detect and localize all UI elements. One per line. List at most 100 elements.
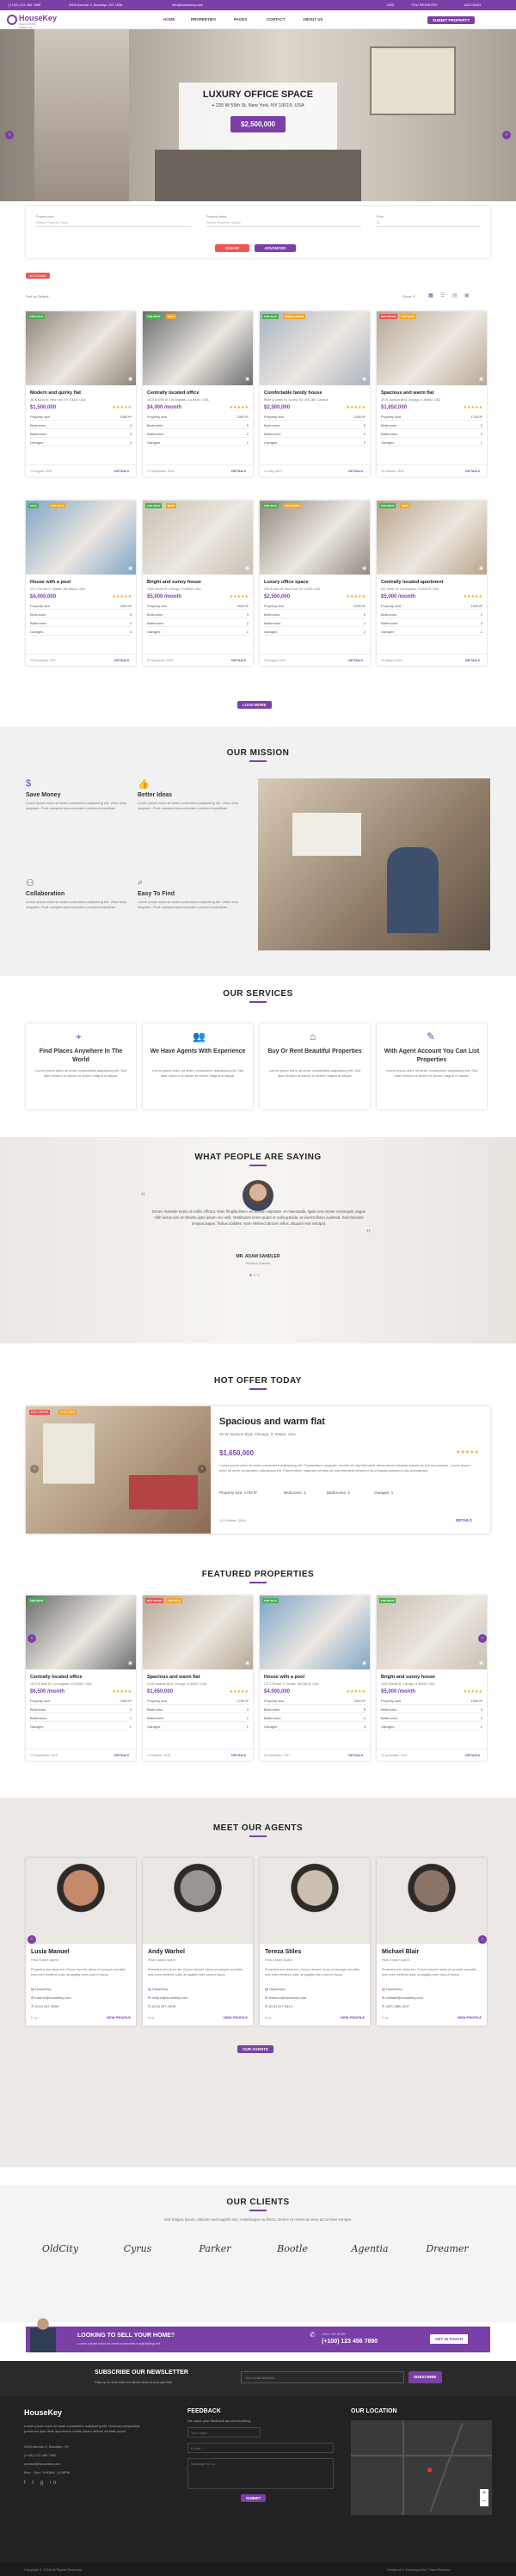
get-in-touch-button[interactable]: GET IN TOUCH bbox=[430, 2334, 469, 2344]
property-photo[interactable] bbox=[143, 1595, 253, 1669]
details-link[interactable]: DETAILS bbox=[114, 658, 129, 662]
feedback-submit-button[interactable]: SUBMIT bbox=[241, 2494, 267, 2502]
footer-email[interactable]: contact@housekey.com bbox=[24, 2462, 60, 2466]
agent-social-icons[interactable]: f t g bbox=[382, 2015, 388, 2020]
camera-icon[interactable]: ▣ bbox=[362, 377, 366, 382]
details-link[interactable]: DETAILS bbox=[114, 1753, 129, 1757]
top-email[interactable]: info@housekey.com bbox=[172, 3, 203, 7]
featured-prev-arrow[interactable]: ‹ bbox=[28, 1634, 36, 1643]
property-title[interactable]: Luxury office space bbox=[264, 580, 309, 585]
cta-phone[interactable]: (+100) 123 456 7890 bbox=[322, 2339, 378, 2345]
sort-select[interactable]: Sort by Default bbox=[26, 294, 48, 298]
agent-name[interactable]: Michael Blair bbox=[382, 1949, 419, 1955]
agent-social-icons[interactable]: f t g bbox=[148, 2015, 154, 2020]
hero-price[interactable]: $2,500,000 bbox=[230, 116, 286, 132]
feedback-message-input[interactable]: Message for us... bbox=[187, 2458, 334, 2489]
property-photo[interactable] bbox=[26, 501, 136, 575]
agent-card[interactable]: Tereza Stiles Real Estate Agent Phasellus … bbox=[260, 1858, 370, 2026]
agent-email[interactable]: ✉ lusia.m@housekey.com bbox=[31, 1995, 71, 2000]
details-link[interactable]: DETAILS bbox=[465, 469, 480, 473]
list-view-icon[interactable]: ☰ bbox=[440, 292, 445, 298]
property-photo[interactable] bbox=[143, 501, 253, 575]
newsletter-email-input[interactable]: Your email address... bbox=[241, 2371, 404, 2383]
property-card[interactable]: FOR SALE GREEN HOUSE ▣ Comfortable family h… bbox=[260, 311, 370, 476]
property-card[interactable]: FOR SALE ▣ House with a pool 227 17th Ave S… bbox=[260, 1595, 370, 1761]
property-photo[interactable] bbox=[26, 1595, 136, 1669]
property-card[interactable]: HOT OFFER FOR SALE ▣ Spacious and warm flat… bbox=[377, 311, 487, 476]
feedback-email-input[interactable]: E-mail bbox=[187, 2443, 334, 2453]
map-view-icon[interactable]: ▣ bbox=[464, 292, 470, 298]
nav-properties[interactable]: PROPERTIES bbox=[191, 17, 216, 22]
details-link[interactable]: DETAILS bbox=[348, 658, 363, 662]
agent-social-icons[interactable]: f t g bbox=[265, 2015, 271, 2020]
camera-icon[interactable]: ▣ bbox=[479, 566, 483, 571]
logo[interactable]: HouseKey REAL ESTATE TEMPLATE bbox=[7, 14, 57, 29]
property-photo[interactable] bbox=[260, 311, 370, 385]
camera-icon[interactable]: ▣ bbox=[362, 1661, 366, 1666]
currency-select[interactable]: USD bbox=[387, 3, 394, 7]
view-profile-link[interactable]: VIEW PROFILE bbox=[340, 2015, 365, 2020]
details-link[interactable]: DETAILS bbox=[231, 469, 246, 473]
agent-card[interactable]: Andy Warhol Real Estate Agent Phasellus se… bbox=[143, 1858, 253, 2026]
camera-icon[interactable]: ▣ bbox=[479, 377, 483, 382]
footer-phone[interactable]: (+100) 123 456 7890 bbox=[24, 2453, 56, 2457]
service-card[interactable]: ⌖ Find Places Anywhere In The World Lorem … bbox=[26, 1024, 136, 1110]
service-card[interactable]: ✎ With Agent Account You Can List Propert… bbox=[377, 1024, 487, 1110]
testimonial-dots[interactable]: ● ○ ○ bbox=[249, 1273, 260, 1278]
camera-icon[interactable]: ▣ bbox=[128, 377, 132, 382]
advanced-button[interactable]: ADVANCED bbox=[255, 244, 296, 252]
property-card[interactable]: FOR RENT SALE ▣ Centrally located office 161… bbox=[143, 311, 253, 476]
agent-email[interactable]: ✉ michael@housekey.com bbox=[382, 1995, 423, 2000]
hero-next-arrow[interactable]: › bbox=[502, 131, 511, 139]
property-title[interactable]: House with a pool bbox=[30, 580, 71, 585]
client-logo[interactable]: Parker bbox=[189, 2236, 241, 2262]
property-card[interactable]: FOR RENT RENT ▣ Bright and sunny house 1520 … bbox=[143, 501, 253, 666]
details-link[interactable]: DETAILS bbox=[465, 658, 480, 662]
details-link[interactable]: DETAILS bbox=[465, 1753, 480, 1757]
property-photo[interactable] bbox=[143, 311, 253, 385]
client-logo[interactable]: Dreamer bbox=[421, 2236, 473, 2262]
social-icons[interactable]: f t g in bbox=[24, 2481, 58, 2486]
agent-photo[interactable] bbox=[377, 1858, 487, 1944]
property-title[interactable]: Bright and sunny house bbox=[381, 1675, 435, 1680]
details-link[interactable]: DETAILS bbox=[231, 1753, 246, 1757]
agent-photo[interactable] bbox=[26, 1858, 136, 1944]
details-link[interactable]: DETAILS bbox=[348, 1753, 363, 1757]
load-more-button[interactable]: LOAD MORE bbox=[237, 701, 272, 709]
agent-name[interactable]: Andy Warhol bbox=[148, 1949, 185, 1955]
camera-icon[interactable]: ▣ bbox=[128, 566, 132, 571]
hot-prop-title[interactable]: Spacious and warm flat bbox=[219, 1417, 325, 1427]
property-card[interactable]: FOR SALE ▣ Modern and quirky flat 36 W 82nd… bbox=[26, 311, 136, 476]
nav-about[interactable]: ABOUT US bbox=[303, 17, 323, 22]
property-title[interactable]: Spacious and warm flat bbox=[381, 390, 433, 396]
client-logo[interactable]: Agentia bbox=[344, 2236, 396, 2262]
register-link[interactable]: YOU REGISTER bbox=[411, 3, 437, 7]
property-title[interactable]: House with a pool bbox=[264, 1675, 304, 1680]
service-card[interactable]: 👥 We Have Agents With Experience Lorem ips… bbox=[143, 1024, 253, 1110]
camera-icon[interactable]: ▣ bbox=[128, 1661, 132, 1666]
hot-next-arrow[interactable]: › bbox=[198, 1465, 206, 1473]
agent-photo[interactable] bbox=[143, 1858, 253, 1944]
featured-next-arrow[interactable]: › bbox=[478, 1634, 487, 1643]
property-title[interactable]: Comfortable family house bbox=[264, 390, 322, 396]
hero-prev-arrow[interactable]: ‹ bbox=[5, 131, 14, 139]
property-type-select[interactable]: Select Property Type bbox=[36, 220, 191, 227]
hot-offer-card[interactable]: HOT OFFER FOR SALE ‹ › Spacious and warm… bbox=[26, 1406, 490, 1534]
client-logo[interactable]: Cyrus bbox=[112, 2236, 163, 2262]
clear-button[interactable]: CLEAR bbox=[215, 244, 249, 252]
property-title[interactable]: Modern and quirky flat bbox=[30, 390, 81, 396]
property-card[interactable]: HOT OFFER FOR SALE ▣ Spacious and warm flat… bbox=[143, 1595, 253, 1761]
camera-icon[interactable]: ▣ bbox=[362, 566, 366, 571]
feedback-name-input[interactable]: Your name bbox=[187, 2427, 261, 2438]
client-logo[interactable]: OldCity bbox=[34, 2236, 86, 2262]
camera-icon[interactable]: ▣ bbox=[245, 377, 249, 382]
property-title[interactable]: Centrally located apartment bbox=[381, 580, 443, 585]
property-photo[interactable] bbox=[377, 1595, 487, 1669]
property-photo[interactable] bbox=[260, 501, 370, 575]
details-link[interactable]: DETAILS bbox=[114, 469, 129, 473]
camera-icon[interactable]: ▣ bbox=[479, 1661, 483, 1666]
client-logo[interactable]: Bootle bbox=[267, 2236, 318, 2262]
footer-logo[interactable]: HouseKey bbox=[24, 2408, 62, 2417]
agent-phone[interactable]: ✆ (267) 388-1637 bbox=[382, 2004, 409, 2008]
agent-card[interactable]: Michael Blair Real Estate Agent Phasellus … bbox=[377, 1858, 487, 2026]
